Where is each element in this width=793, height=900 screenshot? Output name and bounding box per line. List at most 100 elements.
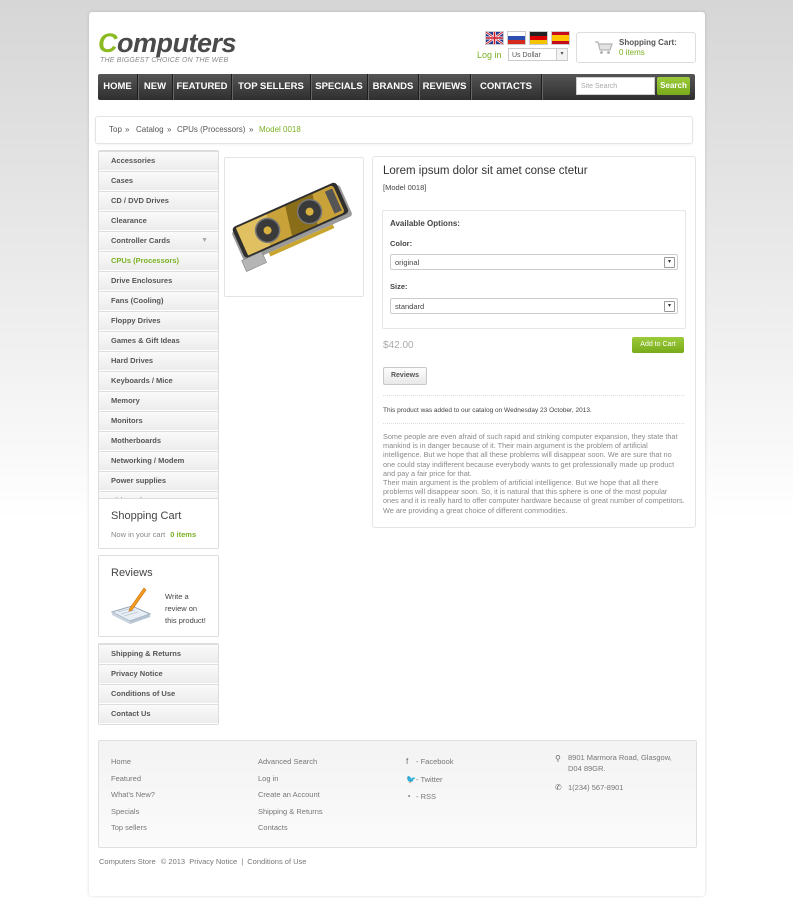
logo-text: omputers	[117, 28, 237, 58]
category-item[interactable]: Controller Cards ▼	[99, 231, 218, 251]
footer-link[interactable]: Log in	[258, 771, 323, 788]
footer-link[interactable]: What's New?	[111, 787, 155, 804]
category-item[interactable]: Keyboards / Mice	[99, 371, 218, 391]
footer-rss-link[interactable]: ◔ - RSS	[406, 788, 454, 806]
category-item[interactable]: Drive Enclosures	[99, 271, 218, 291]
category-label: Controller Cards	[111, 236, 171, 245]
search-input[interactable]: Site Search	[576, 77, 655, 95]
logo-letter: C	[98, 28, 118, 58]
germany-flag-icon[interactable]	[529, 31, 548, 45]
breadcrumb-top[interactable]: Top	[109, 125, 122, 134]
footer-link[interactable]: Advanced Search	[258, 754, 323, 771]
cart-count: 0 items	[619, 48, 645, 57]
logo[interactable]: Computers	[98, 28, 237, 58]
category-item[interactable]: Power supplies	[99, 471, 218, 491]
category-item[interactable]: Motherboards	[99, 431, 218, 451]
category-item[interactable]: Accessories	[99, 151, 218, 171]
map-marker-icon: ⚲	[555, 754, 561, 763]
category-item[interactable]: Monitors	[99, 411, 218, 431]
nav-top-sellers[interactable]: TOP SELLERS	[232, 74, 311, 100]
category-item[interactable]: Games & Gift Ideas	[99, 331, 218, 351]
sidebar-cart-count[interactable]: 0 items	[170, 530, 196, 539]
nav-specials[interactable]: SPECIALS	[311, 74, 368, 100]
breadcrumb-catalog[interactable]: Catalog	[136, 125, 164, 134]
separator: |	[241, 857, 244, 866]
add-to-cart-button[interactable]: Add to Cart	[632, 337, 684, 353]
category-item[interactable]: Cases	[99, 171, 218, 191]
category-item[interactable]: Hard Drives	[99, 351, 218, 371]
review-cta-line3: this product!	[165, 616, 206, 625]
chevron-down-icon: ▾	[556, 49, 567, 60]
review-cta-line2: review on	[165, 604, 198, 613]
footer-link[interactable]: Create an Account	[258, 787, 323, 804]
facebook-icon: f	[406, 757, 409, 766]
category-item[interactable]: Networking / Modem	[99, 451, 218, 471]
currency-select[interactable]: Us Dollar ▾	[508, 48, 568, 61]
breadcrumb-cpus[interactable]: CPUs (Processors)	[177, 125, 245, 134]
nav-reviews[interactable]: REVIEWS	[419, 74, 471, 100]
footer-social: f - Facebook 🐦- Twitter ◔ - RSS	[406, 753, 454, 806]
cart-icon	[595, 41, 613, 54]
chevron-down-icon[interactable]: ▼	[201, 232, 208, 250]
privacy-link[interactable]: Privacy Notice	[189, 857, 237, 866]
footer-column-2: Advanced Search Log in Create an Account…	[258, 754, 323, 837]
size-value: standard	[395, 302, 425, 311]
footer-link[interactable]: Shipping & Returns	[258, 804, 323, 821]
breadcrumb-separator: »	[125, 125, 130, 134]
nav-new[interactable]: NEW	[138, 74, 173, 100]
chevron-down-icon: ▾	[664, 301, 675, 312]
information-links: Shipping & Returns Privacy Notice Condit…	[98, 643, 219, 725]
category-item-active[interactable]: CPUs (Processors)	[99, 251, 218, 271]
category-item[interactable]: CD / DVD Drives	[99, 191, 218, 211]
nav-contacts[interactable]: CONTACTS	[471, 74, 542, 100]
twitter-icon: 🐦	[406, 774, 416, 784]
breadcrumb-separator: »	[249, 125, 254, 134]
review-cta-line1: Write a	[165, 592, 189, 601]
conditions-link[interactable]: Conditions of Use	[247, 857, 306, 866]
footer-link[interactable]: Featured	[111, 771, 155, 788]
info-link-conditions[interactable]: Conditions of Use	[99, 684, 218, 704]
info-link-privacy[interactable]: Privacy Notice	[99, 664, 218, 684]
product-image[interactable]	[224, 157, 364, 297]
footer-link[interactable]: Contacts	[258, 820, 323, 837]
info-link-shipping[interactable]: Shipping & Returns	[99, 644, 218, 664]
divider	[383, 395, 684, 396]
footer-facebook-link[interactable]: f - Facebook	[406, 753, 454, 771]
uk-flag-icon[interactable]	[485, 31, 504, 45]
facebook-label: - Facebook	[416, 757, 454, 766]
breadcrumb-current: Model 0018	[259, 125, 301, 134]
spain-flag-icon[interactable]	[551, 31, 570, 45]
rss-label: - RSS	[416, 792, 437, 801]
sidebar-cart-title[interactable]: Shopping Cart	[111, 510, 181, 522]
chevron-down-icon: ▾	[664, 257, 675, 268]
login-link[interactable]: Log in	[477, 50, 502, 60]
footer-twitter-link[interactable]: 🐦- Twitter	[406, 771, 454, 789]
footer-link[interactable]: Top sellers	[111, 820, 155, 837]
nav-featured[interactable]: FEATURED	[173, 74, 232, 100]
footer-link[interactable]: Home	[111, 754, 155, 771]
category-item[interactable]: Clearance	[99, 211, 218, 231]
category-item[interactable]: Memory	[99, 391, 218, 411]
info-link-contact[interactable]: Contact Us	[99, 704, 218, 724]
search-button[interactable]: Search	[657, 77, 690, 95]
product-title: Lorem ipsum dolor sit amet conse ctetur	[383, 165, 588, 177]
nav-home[interactable]: HOME	[98, 74, 138, 100]
category-item[interactable]: Floppy Drives	[99, 311, 218, 331]
header-cart[interactable]: Shopping Cart: 0 items	[576, 32, 696, 63]
write-review-icon[interactable]	[108, 586, 154, 626]
phone-icon: ✆	[555, 783, 562, 792]
options-heading: Available Options:	[390, 219, 460, 228]
nav-brands[interactable]: BRANDS	[368, 74, 419, 100]
russia-flag-icon[interactable]	[507, 31, 526, 45]
divider	[383, 423, 684, 424]
color-select[interactable]: original ▾	[390, 254, 678, 270]
description-paragraph: Their main argument is the problem of ar…	[383, 478, 685, 515]
sidebar-reviews-title[interactable]: Reviews	[111, 567, 153, 579]
size-select[interactable]: standard ▾	[390, 298, 678, 314]
footer: Home Featured What's New? Specials Top s…	[98, 740, 697, 848]
color-value: original	[395, 258, 420, 267]
footer-column-1: Home Featured What's New? Specials Top s…	[111, 754, 155, 837]
reviews-button[interactable]: Reviews	[383, 367, 427, 385]
category-item[interactable]: Fans (Cooling)	[99, 291, 218, 311]
footer-link[interactable]: Specials	[111, 804, 155, 821]
